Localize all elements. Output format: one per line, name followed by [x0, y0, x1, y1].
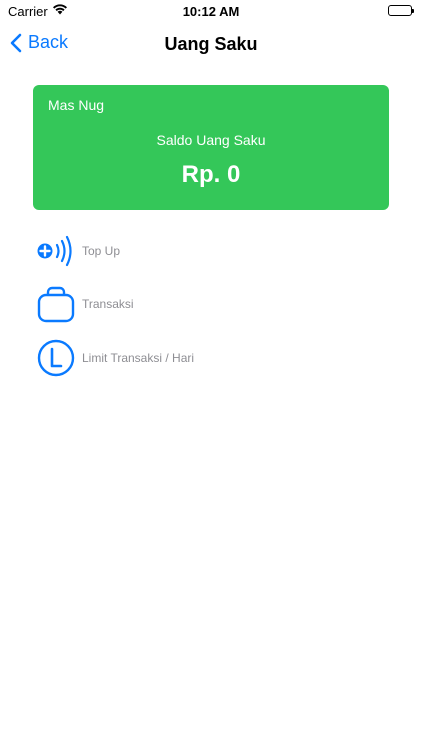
menu-item-label: Transaksi: [82, 297, 134, 311]
menu-item-label: Limit Transaksi / Hari: [82, 351, 195, 365]
balance-label: Saldo Uang Saku: [156, 132, 266, 148]
limit-clock-icon: [36, 338, 76, 378]
menu-item-label: Top Up: [82, 244, 121, 258]
page-title: Uang Saku: [164, 34, 258, 54]
menu-item-limit-transaksi[interactable]: Limit Transaksi / Hari: [36, 338, 386, 378]
navigation-bar: Back Uang Saku: [0, 22, 422, 66]
contactless-topup-icon: [36, 231, 76, 271]
status-bar: Carrier 10:12 AM: [0, 0, 422, 22]
status-time: 10:12 AM: [182, 4, 240, 19]
menu-item-transaksi[interactable]: Transaksi: [36, 284, 386, 324]
balance-amount: Rp. 0: [181, 161, 241, 188]
shopping-bag-icon: [36, 284, 76, 324]
balance-card: Mas Nug Saldo Uang Saku Rp. 0: [33, 85, 389, 210]
card-owner-name: Mas Nug: [48, 97, 105, 113]
menu-item-top-up[interactable]: Top Up: [36, 231, 386, 271]
battery-icon: [388, 5, 414, 16]
